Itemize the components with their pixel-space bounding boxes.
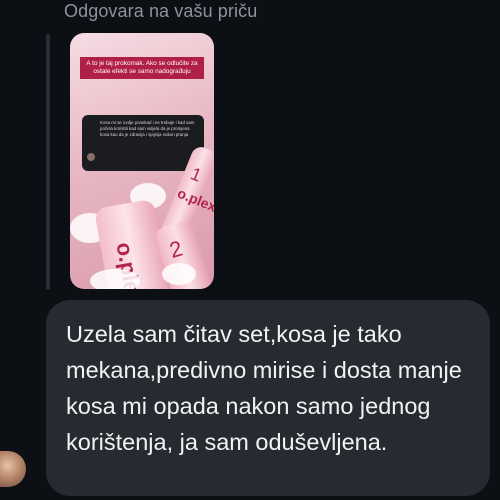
story-quoted-avatar (87, 153, 95, 161)
story-quoted-message: Kosa mi se ovdje ponekad i ne trebuje i … (82, 115, 204, 171)
bottle-brand-label-1: o.plex (175, 184, 214, 215)
foam-decoration (90, 269, 140, 289)
message-bubble[interactable]: Uzela sam čitav set,kosa je tako mekana,… (46, 300, 490, 496)
message-text: Uzela sam čitav set,kosa je tako mekana,… (66, 321, 462, 455)
story-quoted-text: Kosa mi se ovdje ponekad i ne trebuje i … (100, 120, 195, 138)
story-thumbnail[interactable]: A to je taj prokomak. Ako se odlučite za… (70, 33, 214, 289)
bottle-number-2: 2 (166, 235, 186, 263)
chat-screen: Odgovara na vašu priču A to je taj proko… (0, 0, 500, 500)
story-banner-text: A to je taj prokomak. Ako se odlučite za… (80, 57, 204, 79)
bottle-number-1: 1 (187, 163, 205, 186)
sender-avatar[interactable] (0, 451, 26, 487)
reply-context-label: Odgovara na vašu priču (64, 1, 258, 21)
foam-decoration (162, 263, 196, 285)
reply-indicator-bar (46, 34, 50, 290)
